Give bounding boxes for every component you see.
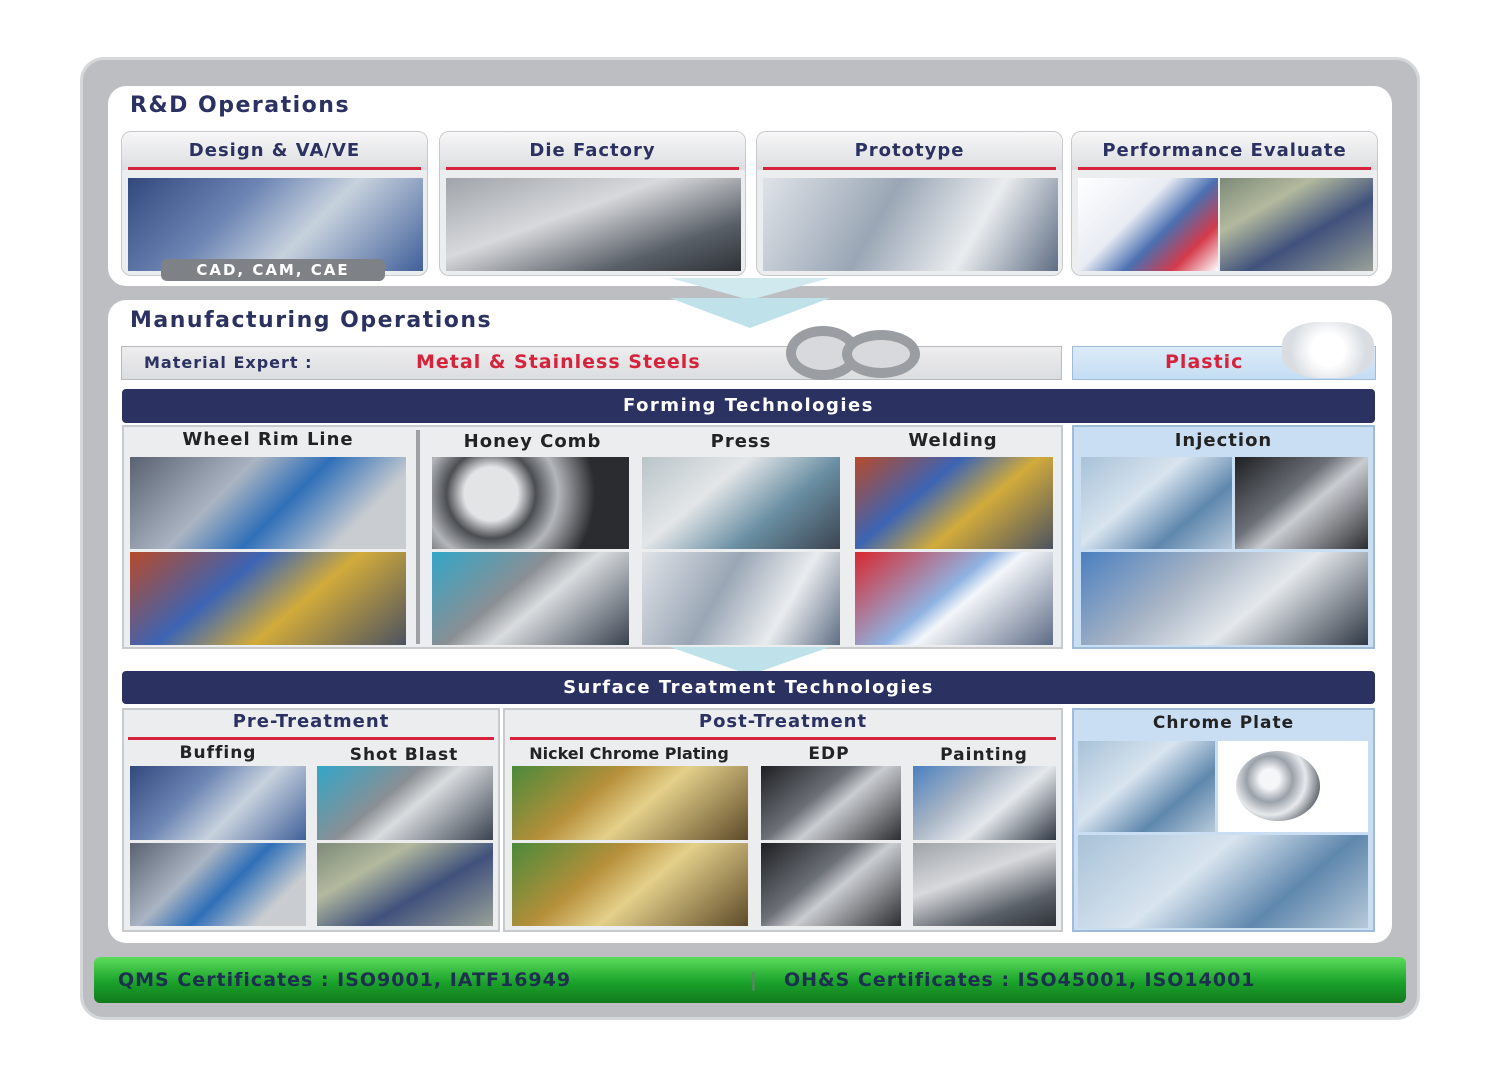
- forming-title-bar: Forming Technologies: [122, 389, 1375, 423]
- press-photo-top: [642, 457, 840, 549]
- surface-edp-label: EDP: [808, 744, 850, 764]
- steel-ring-icon: [842, 330, 920, 378]
- wheel-photo-top: [130, 457, 406, 549]
- cad-tag: CAD, CAM, CAE: [161, 259, 385, 281]
- buffing-photo-bottom: [130, 843, 306, 926]
- shotblast-photo-top: [317, 766, 493, 840]
- injection-photo-part: [1235, 457, 1368, 549]
- welding-photo-bottom: [855, 552, 1053, 645]
- nickel-photo-bottom: [512, 843, 748, 926]
- flow-arrow-down-icon: [670, 278, 830, 300]
- mfg-title: Manufacturing Operations: [130, 308, 493, 333]
- material-metal-bar: Material Expert : Metal & Stainless Stee…: [121, 346, 1062, 380]
- forming-divider: [416, 430, 420, 644]
- rd-card-design-label: Design & VA/VE: [122, 132, 427, 170]
- plastic-pellets-icon: [1282, 322, 1374, 378]
- design-photo: [128, 178, 423, 271]
- ohs-certificates: OH&S Certificates : ISO45001, ISO14001: [784, 969, 1256, 991]
- rd-card-performance: Performance Evaluate: [1071, 131, 1378, 276]
- painting-photo-bottom: [913, 843, 1056, 926]
- buffing-photo-top: [130, 766, 306, 840]
- rd-card-design: Design & VA/VE: [121, 131, 428, 276]
- rd-card-prototype: Prototype: [756, 131, 1063, 276]
- wheel-photo-bottom: [130, 552, 406, 645]
- performance-lab-photo: [1220, 178, 1373, 271]
- prototype-photo: [763, 178, 1058, 271]
- honeycomb-photo-bottom: [432, 552, 629, 645]
- honeycomb-photo-top: [432, 457, 629, 549]
- flow-arrow-down-icon: [670, 298, 830, 328]
- certificates-footer: QMS Certificates : ISO9001, IATF16949 | …: [94, 957, 1406, 1003]
- material-metal: Metal & Stainless Steels: [416, 351, 701, 373]
- surface-painting-label: Painting: [940, 745, 1028, 765]
- qms-certificates: QMS Certificates : ISO9001, IATF16949: [118, 969, 572, 991]
- chrome-part-icon: [1236, 751, 1320, 821]
- injection-photo-machine: [1081, 457, 1232, 549]
- pre-treatment-underline: [128, 737, 494, 740]
- pre-treatment-label: Pre-Treatment: [232, 711, 390, 732]
- forming-wheel-label: Wheel Rim Line: [182, 429, 354, 450]
- rd-card-performance-label: Performance Evaluate: [1072, 132, 1377, 170]
- rd-card-die-label: Die Factory: [440, 132, 745, 170]
- injection-photo-robot: [1081, 552, 1368, 645]
- surface-chrome-label: Chrome Plate: [1152, 713, 1295, 733]
- material-label: Material Expert :: [144, 353, 313, 372]
- edp-photo-top: [761, 766, 901, 840]
- surface-buffing-label: Buffing: [179, 743, 257, 763]
- footer-divider: |: [750, 969, 758, 991]
- post-treatment-underline: [510, 737, 1056, 740]
- forming-welding-label: Welding: [908, 430, 998, 451]
- nickel-photo-top: [512, 766, 748, 840]
- press-photo-bottom: [642, 552, 840, 645]
- painting-photo-top: [913, 766, 1056, 840]
- forming-honeycomb-label: Honey Comb: [463, 431, 602, 452]
- surface-title-bar: Surface Treatment Technologies: [122, 671, 1375, 704]
- rd-card-die: Die Factory: [439, 131, 746, 276]
- edp-photo-bottom: [761, 843, 901, 926]
- shotblast-photo-bottom: [317, 843, 493, 926]
- material-plastic: Plastic: [1165, 351, 1244, 373]
- forming-injection-label: Injection: [1174, 430, 1273, 451]
- chrome-photo-line: [1078, 835, 1368, 928]
- chrome-photo-part: [1218, 741, 1368, 832]
- forming-press-label: Press: [710, 431, 772, 452]
- surface-shotblast-label: Shot Blast: [349, 745, 459, 765]
- rd-card-prototype-label: Prototype: [757, 132, 1062, 170]
- die-photo: [446, 178, 741, 271]
- chrome-photo-tank: [1078, 741, 1215, 832]
- surface-nickel-label: Nickel Chrome Plating: [529, 744, 729, 763]
- post-treatment-label: Post-Treatment: [698, 711, 868, 732]
- welding-photo-top: [855, 457, 1053, 549]
- rd-title: R&D Operations: [130, 93, 351, 118]
- performance-chart-photo: [1078, 178, 1218, 271]
